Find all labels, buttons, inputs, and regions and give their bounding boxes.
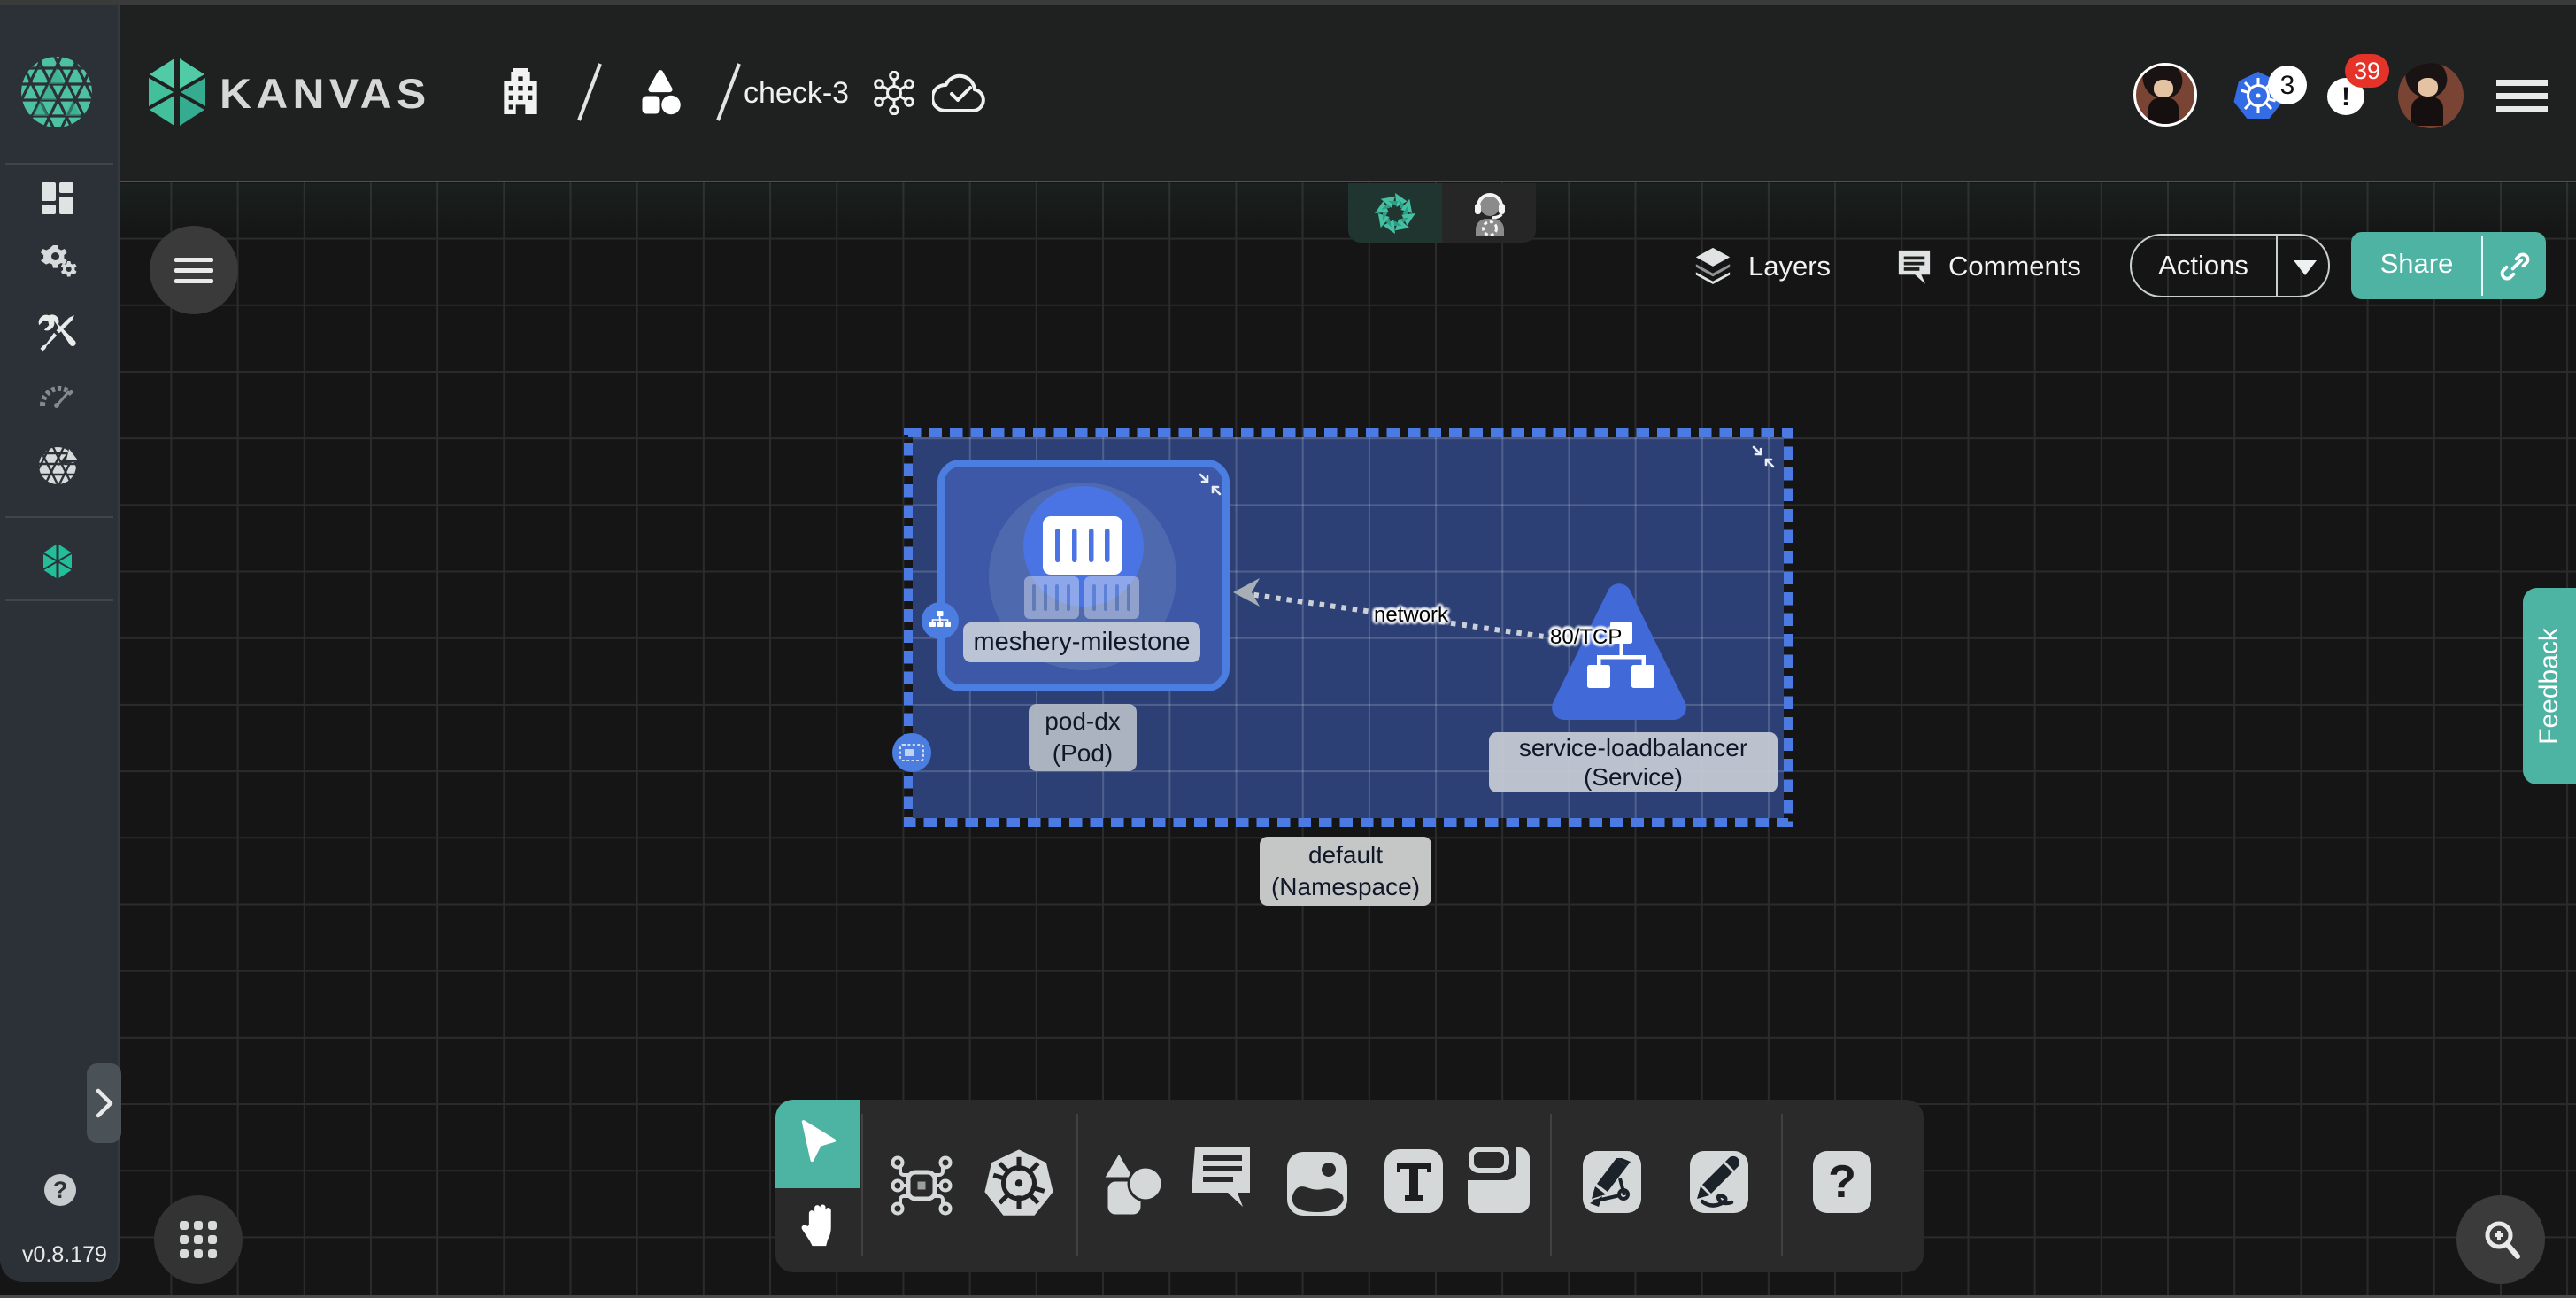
svg-text:?: ? bbox=[1828, 1156, 1856, 1208]
